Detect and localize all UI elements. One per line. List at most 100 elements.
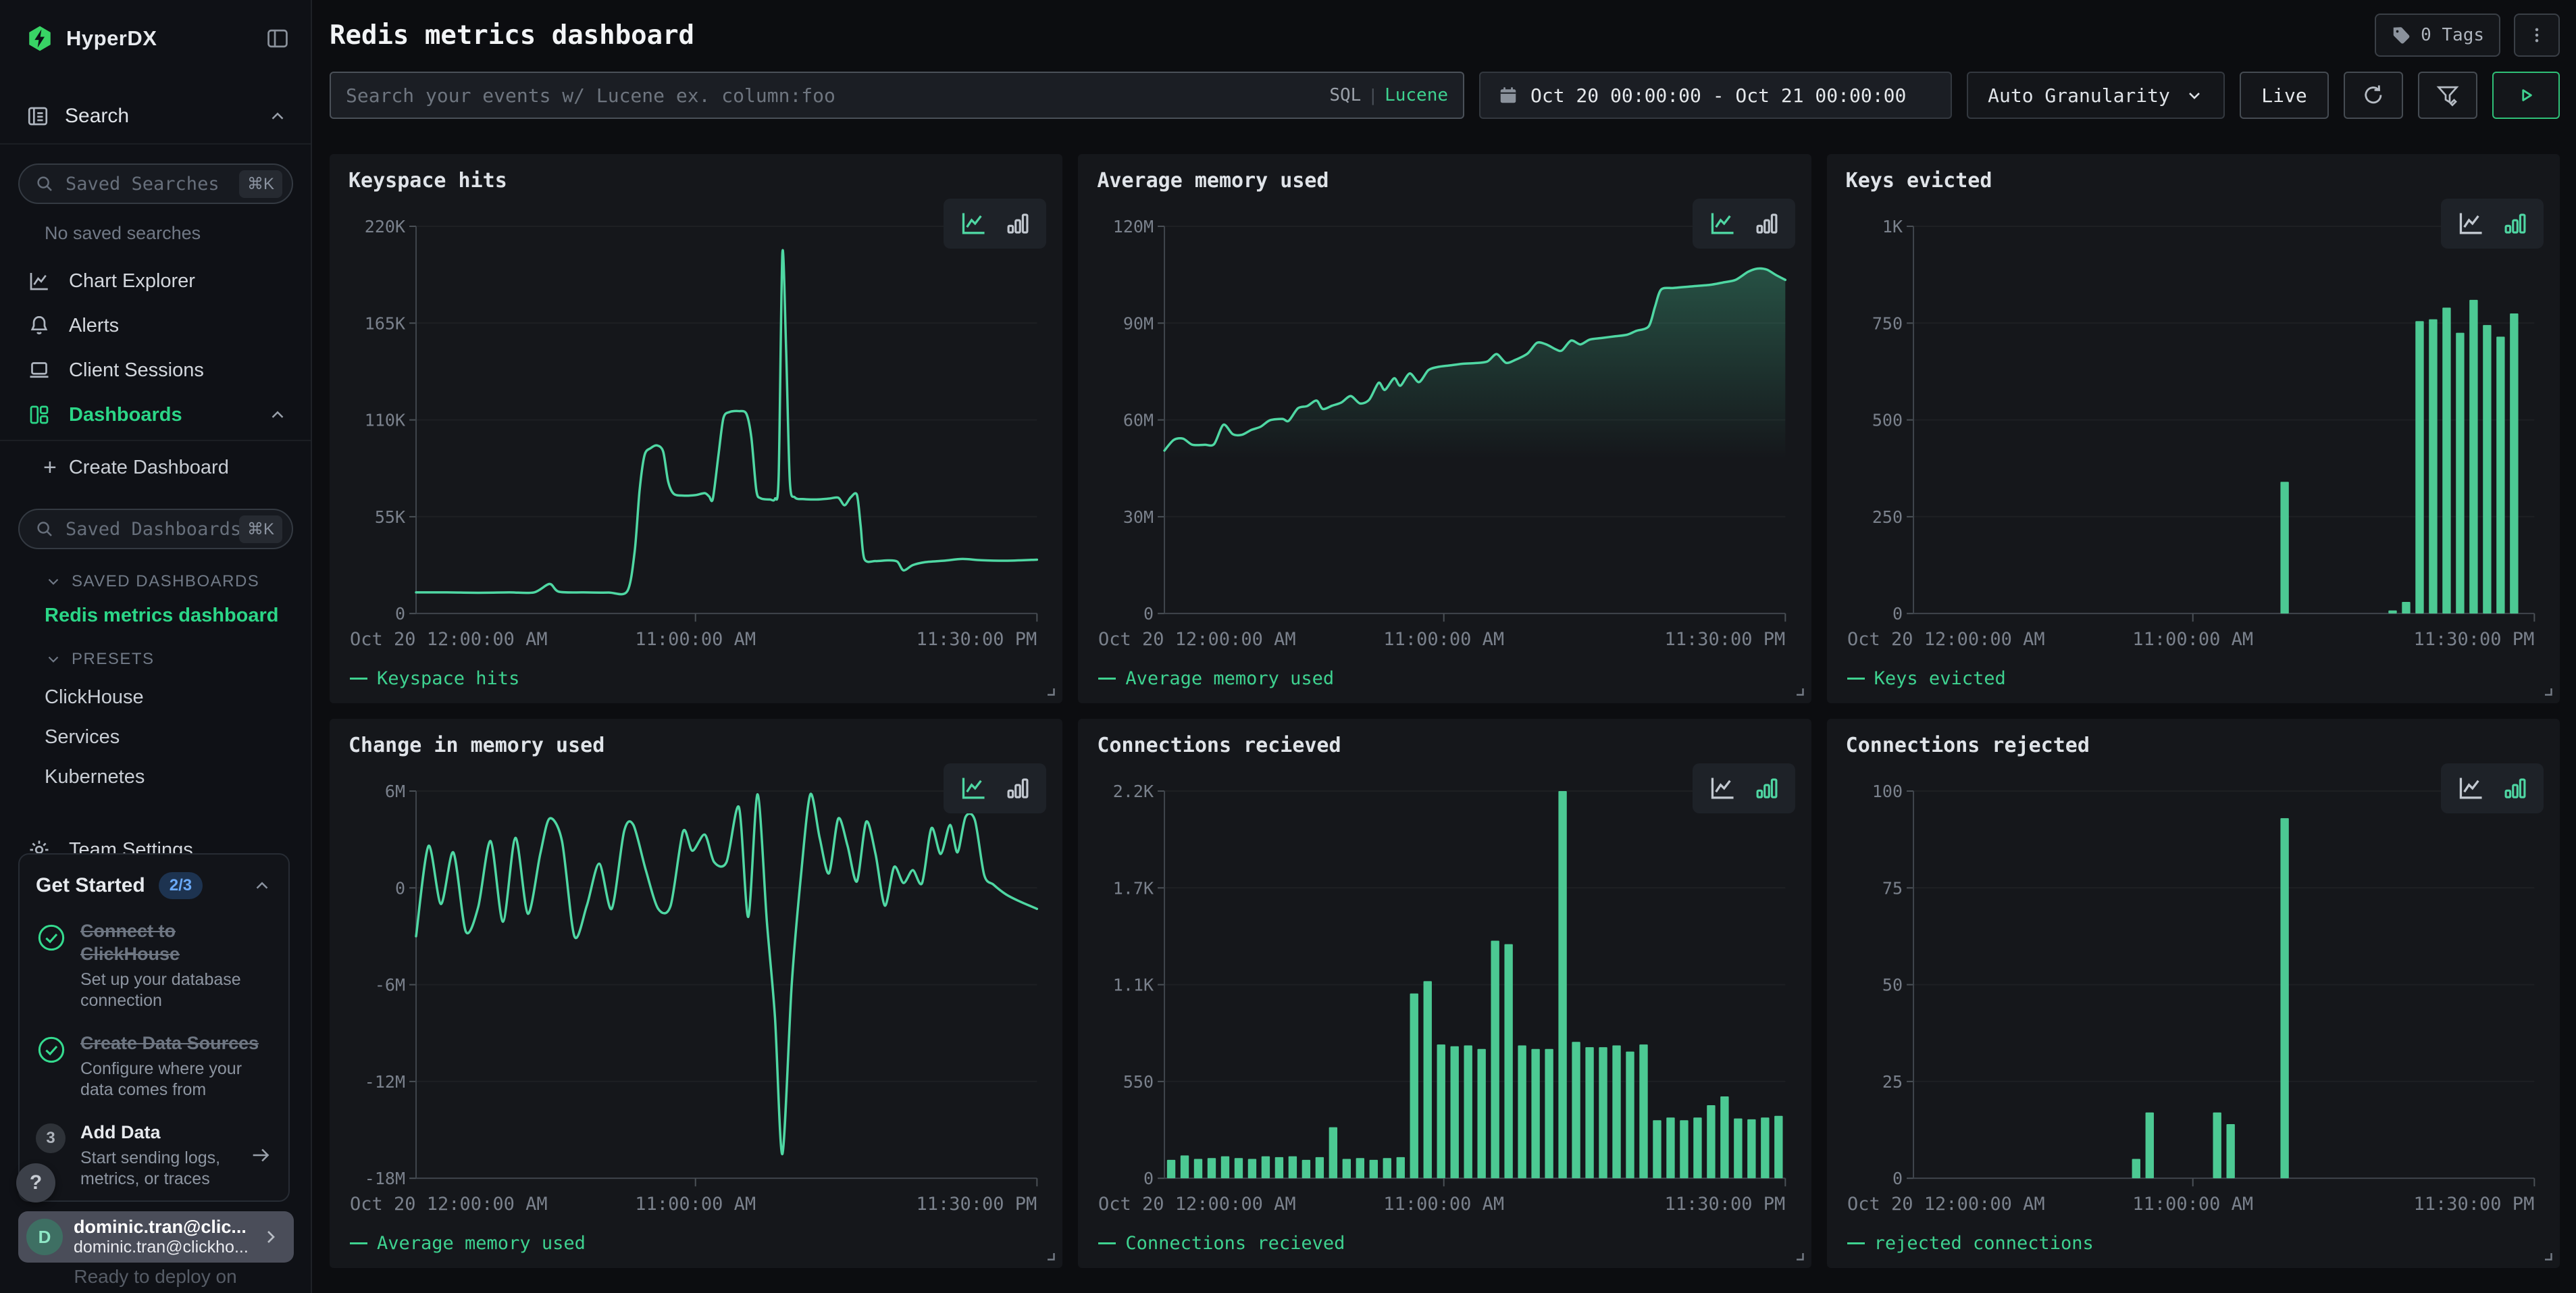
chevron-up-icon[interactable] [252, 876, 272, 896]
svg-text:500: 500 [1872, 411, 1903, 430]
sidebar-nav: Chart Explorer Alerts Client Sessions Da… [0, 259, 311, 437]
saved-dashboards-input[interactable] [66, 519, 239, 540]
tags-button[interactable]: 0 Tags [2375, 14, 2500, 57]
chart-title: Change in memory used [349, 734, 1044, 757]
dashboard-menu-button[interactable] [2514, 14, 2560, 57]
line-chart-icon [27, 269, 51, 293]
chevron-up-icon[interactable] [267, 106, 288, 126]
chart-canvas[interactable]: 2.2K1.7K1.1K5500Oct 20 12:00:00 AM11:00:… [1097, 783, 1792, 1222]
bar-view-button[interactable] [1755, 776, 1779, 801]
date-range-picker[interactable]: Oct 20 00:00:00 - Oct 21 00:00:00 [1479, 72, 1952, 119]
app-root: HyperDX Search ⌘K No saved searches [0, 0, 2576, 1293]
bar-view-button[interactable] [1006, 776, 1030, 801]
preset-clickhouse[interactable]: ClickHouse [45, 686, 311, 709]
user-name: dominic.tran@clic... [74, 1217, 260, 1238]
event-search-input[interactable] [346, 84, 1329, 107]
bar-view-button[interactable] [1755, 211, 1779, 236]
chart-title: Connections rejected [1846, 734, 2541, 757]
line-view-button[interactable] [960, 776, 988, 801]
filter-button[interactable] [2418, 72, 2477, 119]
saved-dashboards-searchbox[interactable]: ⌘K [18, 509, 293, 549]
saved-dashboards-group-header[interactable]: SAVED DASHBOARDS [45, 572, 311, 591]
search-section-icon [26, 104, 50, 128]
user-menu[interactable]: D dominic.tran@clic... dominic.tran@clic… [18, 1211, 294, 1263]
resize-handle[interactable] [1793, 684, 1805, 696]
svg-text:11:30:00 PM: 11:30:00 PM [917, 1194, 1037, 1215]
chart-canvas[interactable]: 1007550250Oct 20 12:00:00 AM11:00:00 AM1… [1846, 783, 2541, 1222]
chart-title: Connections recieved [1097, 734, 1792, 757]
resize-handle[interactable] [2541, 684, 2553, 696]
sidebar-item-chart-explorer[interactable]: Chart Explorer [0, 259, 311, 303]
chart-view-toggle [1693, 199, 1795, 249]
sidebar-item-alerts[interactable]: Alerts [0, 303, 311, 348]
line-view-button[interactable] [2457, 211, 2485, 236]
svg-text:Oct 20 12:00:00 AM: Oct 20 12:00:00 AM [1098, 1194, 1296, 1215]
get-started-item-add-data[interactable]: 3 Add Data Start sending logs, metrics, … [36, 1121, 272, 1190]
resize-handle[interactable] [1044, 684, 1056, 696]
preset-services[interactable]: Services [45, 726, 311, 749]
help-button[interactable]: ? [16, 1163, 55, 1202]
resize-handle[interactable] [1044, 1249, 1056, 1261]
event-searchbox[interactable]: SQL | Lucene [330, 72, 1464, 119]
tag-icon [2391, 25, 2411, 45]
bar-view-button[interactable] [2503, 211, 2527, 236]
svg-text:-12M: -12M [365, 1072, 405, 1092]
chart-legend: Keyspace hits [349, 668, 1044, 689]
laptop-icon [27, 358, 51, 382]
svg-text:Oct 20 12:00:00 AM: Oct 20 12:00:00 AM [350, 629, 548, 650]
granularity-select[interactable]: Auto Granularity [1967, 72, 2225, 119]
line-view-button[interactable] [1709, 211, 1737, 236]
chart-view-toggle [2441, 199, 2544, 249]
chart-canvas[interactable]: 1K7505002500Oct 20 12:00:00 AM11:00:00 A… [1846, 218, 2541, 657]
refresh-button[interactable] [2344, 72, 2403, 119]
get-started-item-connect[interactable]: Connect to ClickHouse Set up your databa… [36, 919, 272, 1011]
kebab-icon [2527, 25, 2547, 45]
divider [0, 440, 311, 441]
lucene-mode-toggle[interactable]: Lucene [1385, 85, 1448, 105]
chart-legend: Keys evicted [1846, 668, 2541, 689]
resize-handle[interactable] [2541, 1249, 2553, 1261]
chart-legend: Connections recieved [1097, 1233, 1792, 1254]
live-button[interactable]: Live [2240, 72, 2329, 119]
sidebar-item-dashboards[interactable]: Dashboards [0, 392, 311, 437]
brand-name: HyperDX [66, 26, 265, 51]
preset-kubernetes[interactable]: Kubernetes [45, 766, 311, 788]
chart-legend: Average memory used [1097, 668, 1792, 689]
resize-handle[interactable] [1793, 1249, 1805, 1261]
bar-view-button[interactable] [1006, 211, 1030, 236]
sidebar-link-redis-dashboard[interactable]: Redis metrics dashboard [45, 605, 279, 627]
get-started-item-sources[interactable]: Create Data Sources Configure where your… [36, 1032, 272, 1100]
run-query-button[interactable] [2492, 72, 2560, 119]
chart-canvas[interactable]: 6M0-6M-12M-18MOct 20 12:00:00 AM11:00:00… [349, 783, 1044, 1222]
collapse-sidebar-icon[interactable] [265, 26, 290, 51]
chart-panel-connections-recieved: Connections recieved 2.2K1.7K1.1K5500Oct… [1078, 719, 1811, 1268]
line-view-button[interactable] [960, 211, 988, 236]
chart-panel-avg-memory-used: Average memory used 120M90M60M30M0Oct 20… [1078, 154, 1811, 703]
legend-dash [350, 1242, 367, 1244]
logo-row: HyperDX [0, 0, 311, 53]
chart-canvas[interactable]: 120M90M60M30M0Oct 20 12:00:00 AM11:00:00… [1097, 218, 1792, 657]
saved-searches-searchbox[interactable]: ⌘K [18, 163, 293, 204]
calendar-icon [1498, 85, 1518, 105]
svg-text:0: 0 [1143, 604, 1154, 624]
line-view-button[interactable] [1709, 776, 1737, 801]
chevron-right-icon [260, 1226, 282, 1248]
play-icon [2515, 84, 2538, 107]
chevron-down-icon [45, 573, 62, 590]
svg-text:11:00:00 AM: 11:00:00 AM [635, 1194, 756, 1215]
chevron-down-icon [45, 651, 62, 668]
bar-view-button[interactable] [2503, 776, 2527, 801]
chevron-up-icon[interactable] [267, 405, 288, 425]
sidebar-item-client-sessions[interactable]: Client Sessions [0, 348, 311, 392]
svg-text:11:30:00 PM: 11:30:00 PM [1665, 629, 1786, 650]
create-dashboard-button[interactable]: + Create Dashboard [0, 445, 311, 490]
dashboard-header: Redis metrics dashboard 0 Tags [330, 14, 2560, 57]
sql-mode-toggle[interactable]: SQL [1329, 85, 1361, 105]
line-view-button[interactable] [2457, 776, 2485, 801]
sidebar-section-search[interactable]: Search [0, 100, 311, 132]
svg-text:11:30:00 PM: 11:30:00 PM [2413, 629, 2534, 650]
chart-canvas[interactable]: 220K165K110K55K0Oct 20 12:00:00 AM11:00:… [349, 218, 1044, 657]
saved-searches-input[interactable] [66, 174, 239, 195]
presets-group-header[interactable]: PRESETS [45, 650, 311, 669]
page-title: Redis metrics dashboard [330, 20, 2375, 51]
